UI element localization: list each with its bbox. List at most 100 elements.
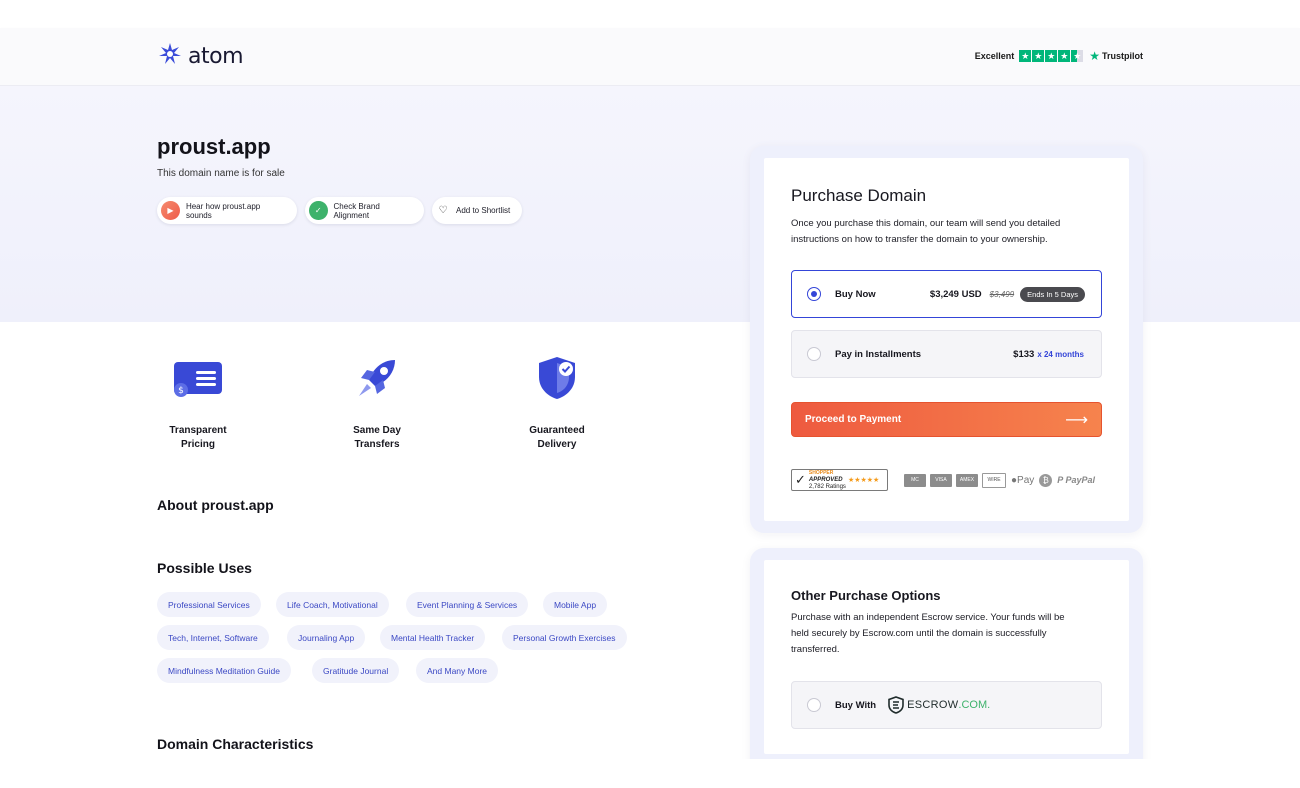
ends-badge: Ends In 5 Days — [1020, 286, 1085, 302]
other-title: Other Purchase Options — [791, 588, 941, 603]
trust-brand: Trustpilot — [1102, 51, 1143, 61]
rating-stars-icon: ★★★★★ — [847, 477, 880, 484]
add-shortlist-button[interactable]: ♡ Add to Shortlist — [432, 197, 522, 224]
feature-label-2: Pricing — [181, 439, 215, 450]
feature-label-1: Same Day — [353, 425, 401, 436]
use-tag[interactable]: Professional Services — [157, 592, 261, 617]
use-tag[interactable]: And Many More — [416, 658, 498, 683]
escrow-tld: .COM. — [958, 699, 991, 711]
card-icon: WIRE — [982, 472, 1006, 488]
feature-transparent-pricing: $ Transparent Pricing — [138, 350, 258, 452]
feature-guaranteed-delivery: Guaranteed Delivery — [497, 350, 617, 452]
buy-with-label: Buy With — [835, 699, 877, 711]
paypal-label: PayPal — [1065, 475, 1095, 485]
shopper-top: SHOPPER — [808, 469, 834, 476]
apple-pay-icon: ● Pay — [1011, 474, 1035, 486]
about-heading: About proust.app — [157, 497, 274, 513]
feature-label-2: Transfers — [354, 439, 400, 450]
paypal-icon: P PayPal — [1057, 475, 1095, 485]
feature-label-2: Delivery — [537, 439, 577, 450]
use-tag[interactable]: Gratitude Journal — [312, 658, 400, 683]
installments-option[interactable]: Pay in Installments $133 x 24 months — [791, 330, 1102, 378]
use-tag[interactable]: Event Planning & Services — [406, 592, 529, 617]
top-gap — [0, 0, 1300, 28]
shopper-approved: APPROVED — [808, 476, 843, 483]
other-options-card: Other Purchase Options Purchase with an … — [750, 548, 1143, 788]
card-icon: AMEX — [956, 473, 978, 487]
card-icon: VISA — [930, 473, 952, 487]
proceed-to-payment-button[interactable]: Proceed to Payment ⟶ — [791, 402, 1102, 437]
buy-now-option[interactable]: Buy Now $3,249 USD $3,499 Ends In 5 Days — [791, 270, 1102, 318]
desc-line: held securely by Escrow.com until the do… — [791, 628, 1047, 639]
pill-label: Add to Shortlist — [456, 206, 511, 215]
use-tag[interactable]: Journaling App — [287, 625, 366, 650]
proceed-label: Proceed to Payment — [805, 414, 902, 425]
other-options-inner: Other Purchase Options Purchase with an … — [764, 560, 1129, 754]
trustpilot-star-icon: ★ — [1089, 49, 1100, 63]
trust-stars: ★ ★ ★ ★ ★ — [1019, 50, 1084, 62]
shopper-ratings: 2,782 Ratings — [808, 483, 846, 490]
installments-price: $133 — [1013, 348, 1035, 360]
purchase-card-inner: Purchase Domain Once you purchase this d… — [764, 158, 1129, 521]
use-tag[interactable]: Mindfulness Meditation Guide — [157, 658, 291, 683]
desc-line: instructions on how to transfer the doma… — [791, 234, 1048, 245]
purchase-card: Purchase Domain Once you purchase this d… — [750, 146, 1143, 533]
desc-line: transferred. — [791, 644, 840, 655]
feature-label-1: Guaranteed — [529, 425, 585, 436]
card-icon: MC — [904, 473, 926, 487]
atom-logo[interactable]: atom — [158, 42, 244, 71]
trust-label: Excellent — [974, 51, 1015, 61]
installments-label: Pay in Installments — [835, 348, 922, 360]
shopper-approved-badge: ✓ SHOPPER APPROVED 2,782 Ratings ★★★★★ — [791, 469, 888, 491]
logo-text: atom — [188, 43, 244, 69]
desc-line: Purchase with an independent Escrow serv… — [791, 612, 1065, 623]
old-price: $3,499 — [989, 289, 1015, 299]
bottom-gap — [0, 759, 1300, 788]
trustpilot-widget[interactable]: Excellent ★ ★ ★ ★ ★ ★ Trustpilot — [975, 49, 1143, 63]
star-icon: ★ — [1058, 50, 1071, 62]
escrow-radio[interactable] — [807, 698, 821, 712]
buy-now-radio[interactable] — [807, 287, 821, 301]
escrow-option[interactable]: Buy With ESCROW .COM. — [791, 681, 1102, 729]
svg-text:$: $ — [178, 386, 184, 396]
buy-now-price: $3,249 USD — [929, 288, 982, 300]
check-brand-button[interactable]: ✓ Check Brand Alignment — [305, 197, 424, 224]
buy-now-label: Buy Now — [835, 288, 876, 300]
feature-label-1: Transparent — [169, 425, 227, 436]
use-tag[interactable]: Life Coach, Motivational — [276, 592, 389, 617]
play-icon: ▶ — [161, 201, 180, 220]
installments-term: x 24 months — [1037, 349, 1084, 359]
hear-sound-button[interactable]: ▶ Hear how proust.app sounds — [157, 197, 297, 224]
star-icon: ★ — [1032, 50, 1045, 62]
desc-line: Once you purchase this domain, our team … — [791, 218, 1061, 229]
use-tag[interactable]: Mobile App — [543, 592, 608, 617]
installments-radio[interactable] — [807, 347, 821, 361]
escrow-main: ESCROW — [907, 699, 959, 711]
star-icon: ★ — [1019, 50, 1032, 62]
pill-label: Hear how proust.app sounds — [185, 201, 261, 220]
escrow-shield-icon — [888, 696, 904, 714]
feature-same-day-transfers: Same Day Transfers — [317, 350, 437, 452]
pill-label: Check Brand Alignment — [333, 201, 380, 220]
purchase-title: Purchase Domain — [791, 186, 927, 205]
shield-check-icon — [497, 350, 617, 406]
apple-pay-label: Pay — [1017, 474, 1035, 486]
domain-subtitle: This domain name is for sale — [157, 168, 285, 179]
star-icon: ★ — [1045, 50, 1058, 62]
domain-characteristics-heading: Domain Characteristics — [157, 736, 314, 752]
possible-uses-heading: Possible Uses — [157, 560, 252, 576]
use-tag[interactable]: Personal Growth Exercises — [502, 625, 627, 650]
star-half-icon: ★ — [1071, 50, 1084, 62]
check-mark-icon: ✓ — [795, 472, 806, 487]
atom-star-icon — [158, 42, 182, 71]
use-tag[interactable]: Mental Health Tracker — [380, 625, 486, 650]
rocket-icon — [317, 350, 437, 406]
escrow-logo: ESCROW .COM. — [888, 696, 990, 714]
other-description: Purchase with an independent Escrow serv… — [791, 610, 1111, 658]
arrow-right-icon: ⟶ — [1065, 411, 1088, 429]
purchase-description: Once you purchase this domain, our team … — [791, 216, 1111, 248]
heart-icon: ♡ — [436, 201, 450, 220]
payment-badges: ✓ SHOPPER APPROVED 2,782 Ratings ★★★★★ M… — [791, 468, 1102, 492]
bitcoin-icon: ₿ — [1039, 473, 1053, 487]
use-tag[interactable]: Tech, Internet, Software — [157, 625, 269, 650]
